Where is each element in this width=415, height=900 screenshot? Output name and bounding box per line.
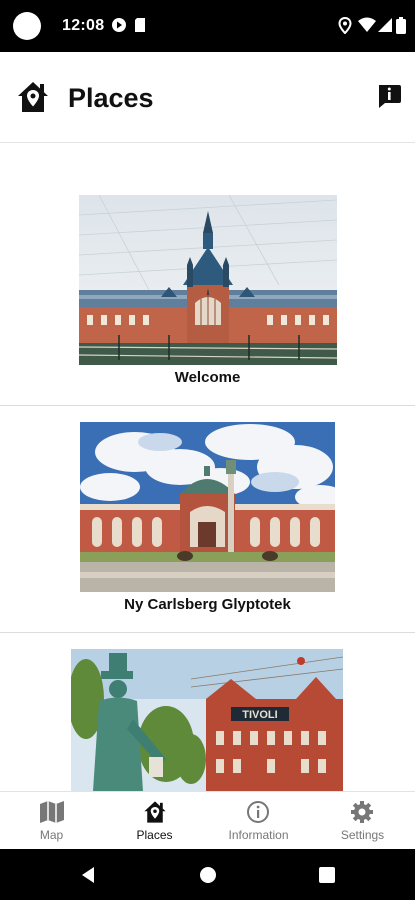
battery-icon [396, 17, 406, 39]
gear-icon [350, 800, 374, 829]
places-list[interactable]: Welcome Ny Carlsberg Glyptotek TIVOLI [0, 143, 415, 791]
place-caption: Ny Carlsberg Glyptotek [124, 596, 291, 613]
house-pin-icon [143, 800, 167, 829]
place-card-welcome[interactable]: Welcome [0, 143, 415, 406]
glyptotek-image [80, 422, 335, 592]
page-title: Places [68, 83, 154, 113]
place-caption: Welcome [174, 369, 241, 386]
nav-item-map[interactable]: Map [0, 792, 103, 850]
wifi-icon [358, 17, 376, 38]
status-bar: 12:08 [0, 0, 415, 52]
back-icon[interactable] [80, 866, 96, 889]
nav-item-places[interactable]: Places [103, 792, 206, 850]
nav-label: Map [39, 828, 64, 842]
central-station-image [79, 195, 337, 365]
tivoli-image: TIVOLI [71, 649, 343, 791]
nav-item-information[interactable]: Information [207, 792, 310, 850]
recents-icon[interactable] [319, 867, 335, 888]
system-nav-bar [0, 849, 415, 900]
sim-icon [134, 17, 146, 38]
play-icon [111, 17, 127, 38]
camera-cutout [13, 12, 41, 40]
home-icon[interactable] [199, 866, 217, 889]
tivoli-sign-text: TIVOLI [242, 709, 277, 721]
place-card-glyptotek[interactable]: Ny Carlsberg Glyptotek [0, 406, 415, 633]
info-icon [246, 800, 270, 829]
nav-item-settings[interactable]: Settings [311, 792, 414, 850]
house-pin-logo-icon [16, 80, 50, 119]
app-bar: Places [0, 52, 415, 143]
bottom-nav: Map Places Information Settings [0, 791, 415, 850]
nav-label: Information [228, 828, 289, 842]
map-icon [39, 800, 65, 829]
location-icon [338, 16, 352, 39]
place-card-tivoli[interactable]: TIVOLI [0, 633, 415, 791]
nav-label: Places [136, 828, 173, 842]
signal-icon [378, 17, 392, 38]
info-icon [379, 85, 401, 108]
status-time: 12:08 [62, 17, 105, 34]
nav-label: Settings [340, 828, 385, 842]
info-button[interactable] [376, 83, 402, 114]
